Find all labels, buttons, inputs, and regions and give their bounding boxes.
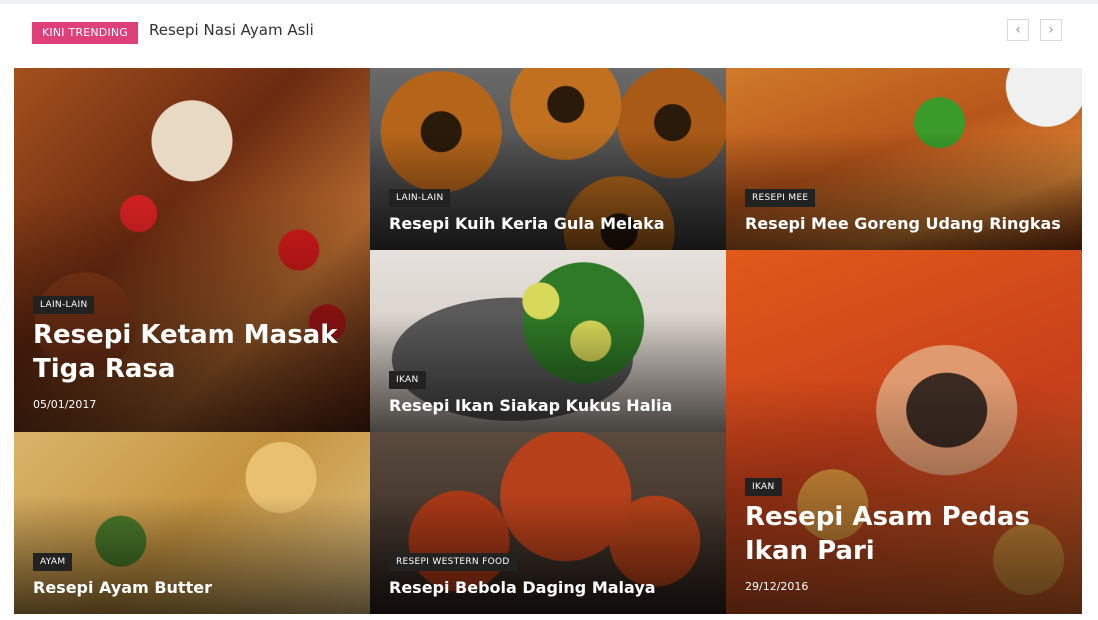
post-tile-asam-pedas[interactable]: IKAN Resepi Asam Pedas Ikan Pari 29/12/2… bbox=[726, 250, 1082, 614]
trending-headline-link[interactable]: Resepi Nasi Ayam Asli bbox=[149, 21, 314, 39]
category-badge[interactable]: RESEPI MEE bbox=[745, 189, 816, 207]
post-title[interactable]: Resepi Ketam Masak Tiga Rasa bbox=[33, 318, 353, 386]
next-button[interactable]: › bbox=[1040, 19, 1062, 41]
trending-badge: KINI TRENDING bbox=[32, 22, 139, 44]
post-tile-ikan-siakap[interactable]: IKAN Resepi Ikan Siakap Kukus Halia bbox=[370, 250, 726, 432]
post-date: 05/01/2017 bbox=[33, 398, 97, 411]
post-date: 29/12/2016 bbox=[745, 580, 809, 593]
post-tile-ketam[interactable]: LAIN-LAIN Resepi Ketam Masak Tiga Rasa 0… bbox=[14, 68, 370, 432]
category-badge[interactable]: LAIN-LAIN bbox=[389, 189, 451, 207]
post-title[interactable]: Resepi Kuih Keria Gula Melaka bbox=[389, 214, 665, 233]
post-title[interactable]: Resepi Ayam Butter bbox=[33, 578, 212, 597]
trending-ticker: KINI TRENDING Resepi Nasi Ayam Asli ‹ › bbox=[0, 4, 1098, 60]
chevron-left-icon: ‹ bbox=[1015, 22, 1021, 38]
category-badge[interactable]: IKAN bbox=[389, 371, 426, 389]
category-badge[interactable]: LAIN-LAIN bbox=[33, 296, 95, 314]
post-title[interactable]: Resepi Ikan Siakap Kukus Halia bbox=[389, 396, 672, 415]
prev-button[interactable]: ‹ bbox=[1007, 19, 1029, 41]
post-tile-mee-goreng[interactable]: RESEPI MEE Resepi Mee Goreng Udang Ringk… bbox=[726, 68, 1082, 250]
post-tile-kuih-keria[interactable]: LAIN-LAIN Resepi Kuih Keria Gula Melaka bbox=[370, 68, 726, 250]
post-title[interactable]: Resepi Mee Goreng Udang Ringkas bbox=[745, 214, 1061, 233]
post-title[interactable]: Resepi Bebola Daging Malaya bbox=[389, 578, 656, 597]
category-badge[interactable]: IKAN bbox=[745, 478, 782, 496]
post-tile-ayam-butter[interactable]: AYAM Resepi Ayam Butter bbox=[14, 432, 370, 614]
chevron-right-icon: › bbox=[1048, 22, 1054, 38]
category-badge[interactable]: AYAM bbox=[33, 553, 73, 571]
post-tile-bebola-daging[interactable]: RESEPI WESTERN FOOD Resepi Bebola Daging… bbox=[370, 432, 726, 614]
category-badge[interactable]: RESEPI WESTERN FOOD bbox=[389, 553, 517, 571]
post-title[interactable]: Resepi Asam Pedas Ikan Pari bbox=[745, 500, 1065, 568]
